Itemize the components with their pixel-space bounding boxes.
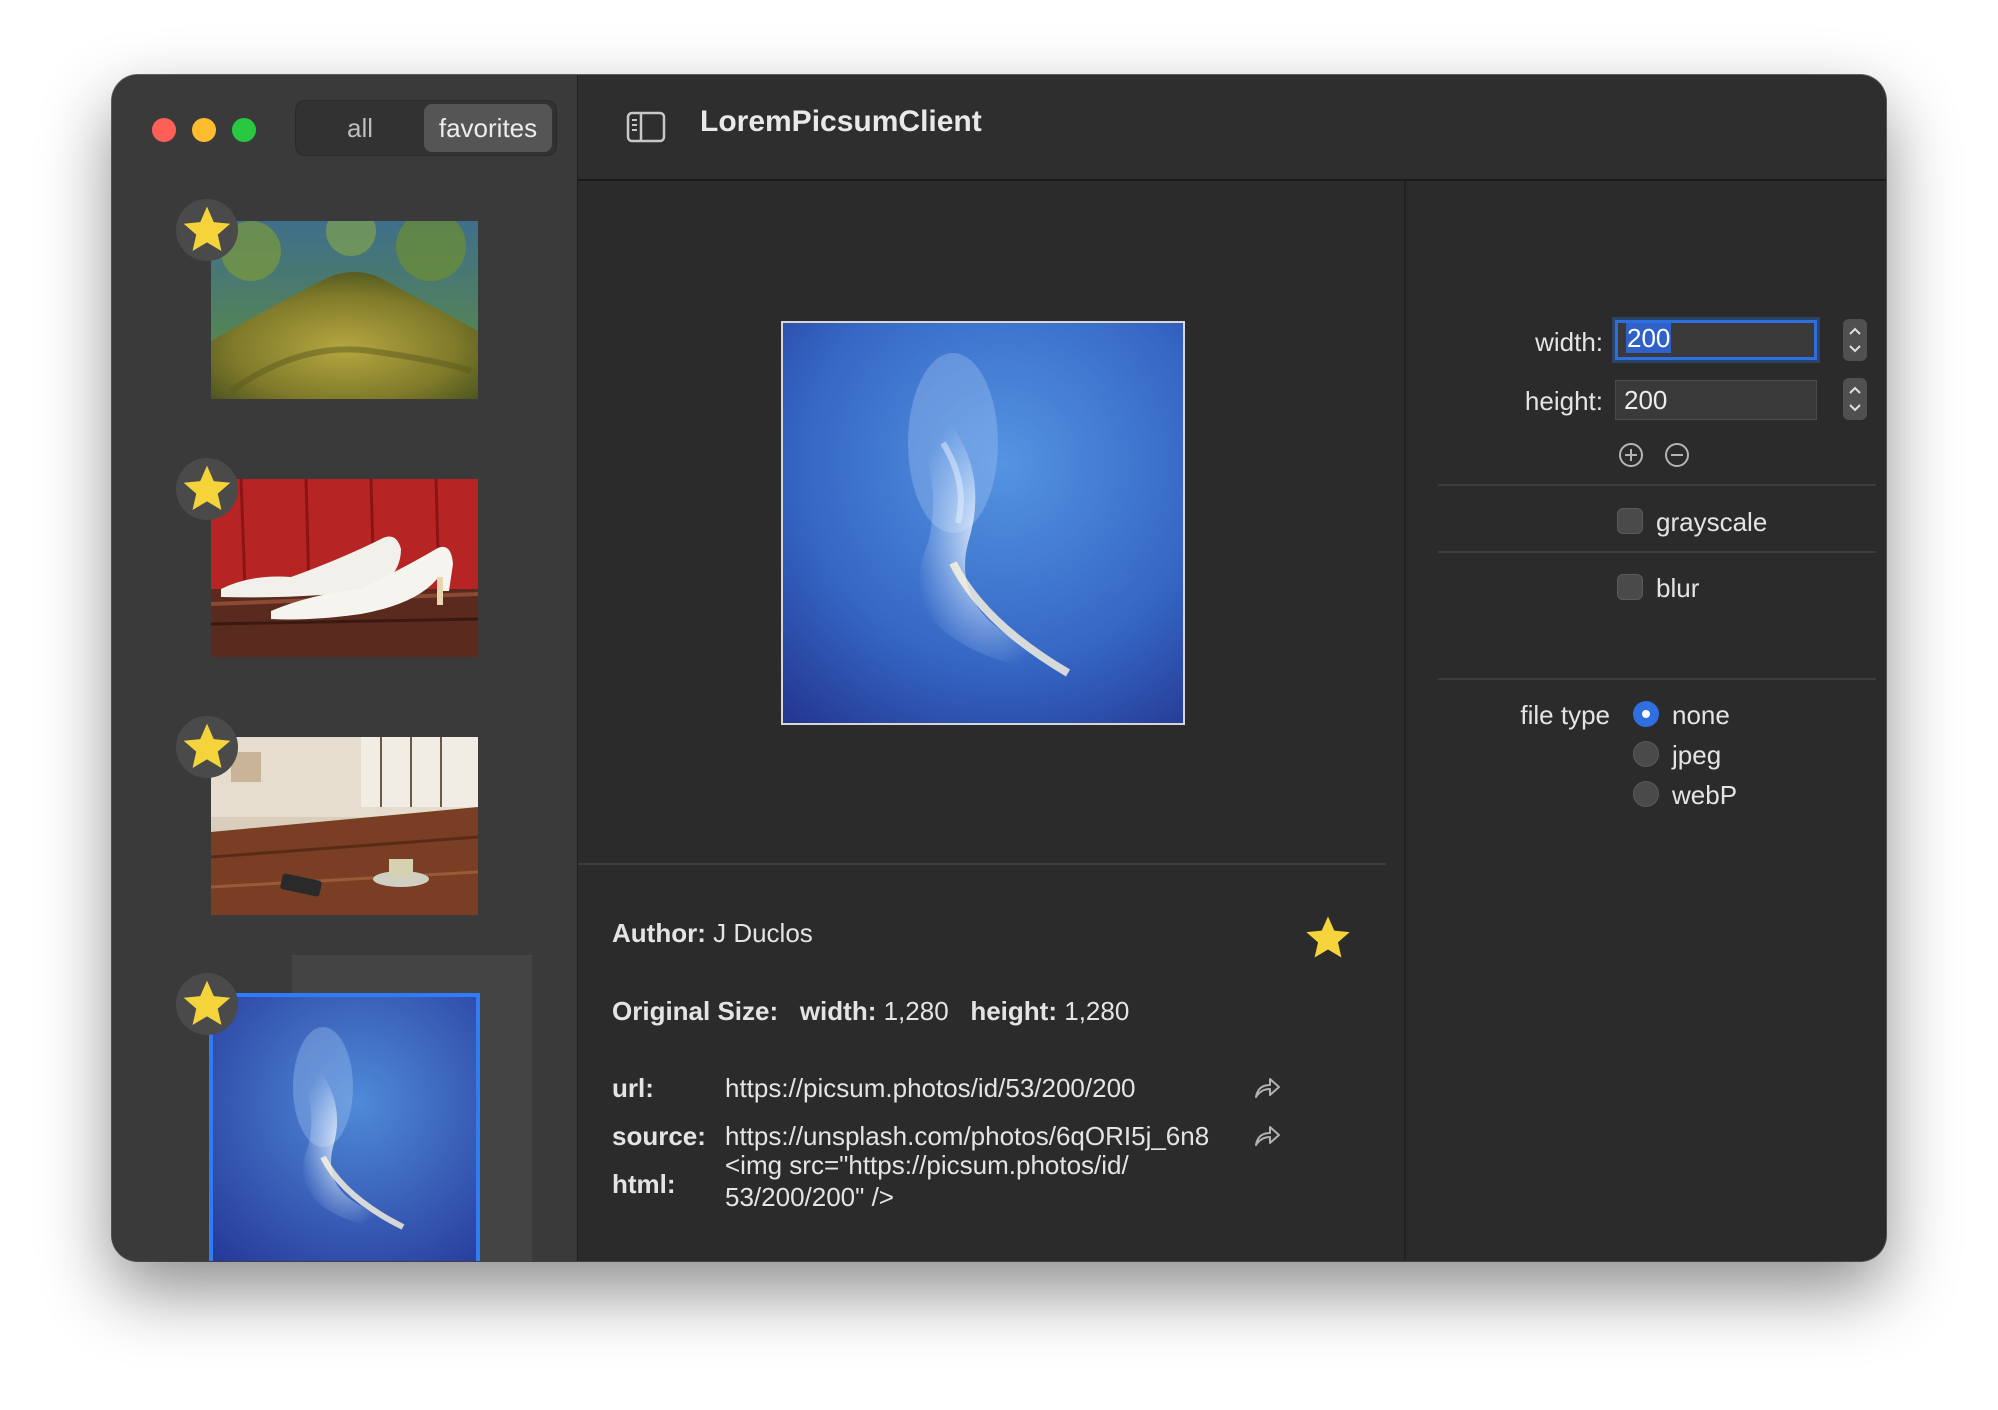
- url-label: url:: [612, 1073, 654, 1103]
- remove-size-icon[interactable]: [1663, 441, 1691, 469]
- file-type-jpeg-radio[interactable]: [1633, 741, 1659, 767]
- original-width-value: 1,280: [883, 996, 949, 1026]
- photo-preview: [781, 321, 1185, 725]
- favorite-star-icon: [176, 199, 238, 261]
- file-type-webp-label: webP: [1672, 780, 1738, 810]
- detail-pane: Author: J Duclos Original Size: width: 1…: [578, 181, 1406, 1261]
- html-snippet-line1: <img src="https://picsum.photos/id/: [725, 1150, 1129, 1180]
- mossy-tree-image: [211, 221, 478, 399]
- cafe-table-image: [211, 737, 478, 915]
- share-url-icon[interactable]: [1252, 1075, 1282, 1101]
- original-width-label: width:: [799, 996, 877, 1026]
- sidebar-toggle-icon[interactable]: [626, 111, 666, 143]
- height-stepper[interactable]: [1843, 378, 1867, 420]
- segment-all[interactable]: all: [300, 104, 420, 152]
- settings-divider: [1438, 484, 1876, 486]
- original-height-label: height:: [970, 996, 1057, 1026]
- thumbnail-item[interactable]: [211, 221, 478, 399]
- grayscale-checkbox[interactable]: [1617, 508, 1643, 534]
- favorite-star-icon: [176, 458, 238, 520]
- thumbnail-item-selected[interactable]: [209, 993, 480, 1261]
- height-field[interactable]: 200: [1615, 380, 1817, 420]
- original-size-label: Original Size:: [612, 996, 779, 1026]
- grayscale-label: grayscale: [1656, 507, 1768, 537]
- url-value[interactable]: https://picsum.photos/id/53/200/200: [725, 1073, 1136, 1104]
- width-field[interactable]: 200: [1615, 320, 1817, 360]
- source-value[interactable]: https://unsplash.com/photos/6qORI5j_6n8: [725, 1121, 1209, 1152]
- width-stepper[interactable]: [1843, 319, 1867, 361]
- width-label: width:: [1535, 327, 1603, 357]
- settings-pane: width: 200 height: 200 grayscale blur fi…: [1406, 181, 1886, 1261]
- thumbnail-item[interactable]: [211, 737, 478, 915]
- settings-divider: [1438, 678, 1876, 680]
- author-value: J Duclos: [713, 918, 813, 948]
- toolbar: LoremPicsumClient: [578, 75, 1886, 181]
- height-label: height:: [1524, 386, 1603, 416]
- settings-divider: [1438, 551, 1876, 553]
- blue-sky-preview-image: [783, 323, 1183, 723]
- source-label: source:: [612, 1121, 706, 1151]
- zoom-window-button[interactable]: [232, 118, 256, 142]
- author-label: Author:: [612, 918, 706, 948]
- white-shoes-image: [211, 479, 478, 657]
- filter-segmented-control: all favorites: [295, 100, 557, 156]
- blur-label: blur: [1656, 573, 1700, 603]
- app-window: all favorites LoremPicsumClient Author: …: [112, 75, 1886, 1261]
- file-type-none-label: none: [1672, 700, 1730, 730]
- blue-sky-image: [213, 997, 476, 1261]
- sidebar: all favorites: [112, 75, 578, 1261]
- add-size-icon[interactable]: [1617, 441, 1645, 469]
- original-height-value: 1,280: [1064, 996, 1130, 1026]
- favorite-star-icon: [176, 716, 238, 778]
- close-window-button[interactable]: [152, 118, 176, 142]
- file-type-none-radio[interactable]: [1633, 701, 1659, 727]
- window-title: LoremPicsumClient: [700, 105, 982, 138]
- blur-checkbox[interactable]: [1617, 574, 1643, 600]
- file-type-label: file type: [1520, 700, 1610, 730]
- segment-favorites[interactable]: favorites: [424, 104, 552, 152]
- author-line: Author: J Duclos: [612, 918, 813, 949]
- thumbnail-item[interactable]: [211, 479, 478, 657]
- html-snippet[interactable]: <img src="https://picsum.photos/id/ 53/2…: [725, 1149, 1129, 1213]
- minimize-window-button[interactable]: [192, 118, 216, 142]
- html-snippet-line2: 53/200/200" />: [725, 1182, 894, 1212]
- detail-divider: [578, 863, 1386, 865]
- original-size-line: Original Size: width: 1,280 height: 1,28…: [612, 996, 1129, 1027]
- favorite-toggle-star-icon[interactable]: [1302, 912, 1354, 964]
- share-source-icon[interactable]: [1252, 1123, 1282, 1149]
- width-field-value: 200: [1626, 323, 1672, 353]
- file-type-webp-radio[interactable]: [1633, 781, 1659, 807]
- html-label: html:: [612, 1169, 676, 1199]
- favorite-star-icon: [176, 973, 238, 1035]
- file-type-jpeg-label: jpeg: [1672, 740, 1722, 770]
